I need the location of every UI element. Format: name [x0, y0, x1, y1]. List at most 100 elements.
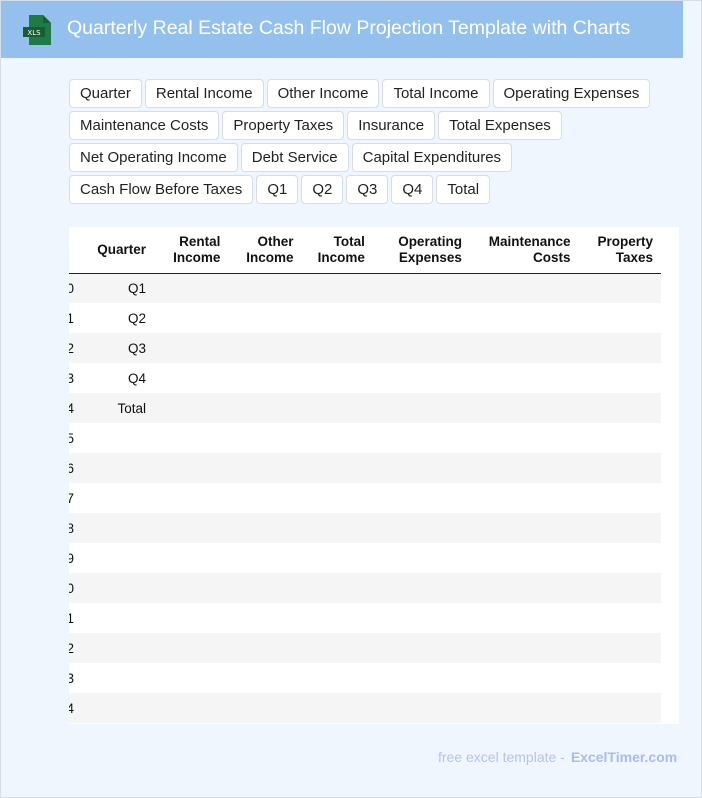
table-cell [301, 393, 373, 423]
tag-button[interactable]: Cash Flow Before Taxes [69, 175, 254, 204]
table-cell: Q3 [82, 333, 155, 363]
tag-button[interactable]: Capital Expenditures [351, 143, 513, 172]
table-cell [301, 333, 373, 363]
table-cell [154, 273, 229, 303]
tag-button[interactable]: Debt Service [240, 143, 349, 172]
table-cell [578, 393, 661, 423]
tag-button[interactable]: Total [436, 175, 491, 204]
table-row: 9 [69, 543, 661, 573]
table-cell [228, 573, 302, 603]
table-cell [228, 453, 302, 483]
svg-text:XLS: XLS [27, 29, 41, 37]
table-cell [82, 573, 155, 603]
table-cell [228, 333, 302, 363]
table-cell [228, 303, 301, 333]
table-cell [302, 543, 373, 573]
table-cell [579, 603, 662, 633]
table-row: 12 [69, 633, 661, 663]
table-header-row: Quarter Rental Income Other Income Total In… [69, 227, 661, 274]
tag-button[interactable]: Q1 [256, 175, 299, 204]
table-cell [470, 423, 579, 453]
tag-button[interactable]: Insurance [347, 111, 436, 140]
table-cell [469, 273, 579, 303]
table-row: 4 Total [69, 393, 661, 423]
table-row: 1 Q2 [69, 303, 661, 333]
table-cell [301, 693, 373, 723]
xls-file-icon: XLS [23, 15, 51, 45]
tag-button[interactable]: Operating Expenses [492, 79, 651, 108]
tag-button[interactable]: Total Expenses [438, 111, 562, 140]
table-cell [470, 303, 579, 333]
row-index: 11 [69, 610, 75, 626]
table-cell [302, 663, 373, 693]
table-cell [579, 483, 662, 513]
table-cell [82, 543, 154, 573]
table-cell: Q4 [128, 370, 147, 386]
table-cell [301, 633, 373, 663]
table-cell [579, 663, 662, 693]
table-cell [578, 513, 661, 543]
footer-text: free excel template - [438, 749, 565, 765]
table-cell: Q1 [82, 273, 155, 303]
column-header: Rental Income [154, 227, 229, 274]
table-cell [154, 363, 228, 393]
table-row: 3 Q4 [69, 363, 661, 393]
row-index: 3 [69, 370, 75, 386]
tag-button[interactable]: Q2 [301, 175, 344, 204]
column-header: Property Taxes [578, 227, 661, 274]
table-cell [373, 483, 470, 513]
row-index: 10 [69, 573, 83, 603]
table-cell [82, 603, 154, 633]
table-cell [469, 573, 579, 603]
footer: free excel template - ExcelTimer.com [438, 749, 677, 765]
table-cell [301, 573, 373, 603]
row-index: 4 [69, 393, 83, 423]
table-cell [82, 423, 154, 453]
tag-button[interactable]: Q4 [391, 175, 434, 204]
row-index: 12 [69, 633, 83, 663]
table-cell [578, 453, 661, 483]
table-cell [469, 453, 579, 483]
tag-button[interactable]: Property Taxes [222, 111, 345, 140]
tag-button[interactable]: Total Income [382, 79, 490, 108]
row-index: 1 [69, 310, 75, 326]
table-cell [470, 483, 579, 513]
table-cell [228, 423, 301, 453]
table-cell [154, 543, 228, 573]
table-cell [228, 663, 301, 693]
tag-button[interactable]: Other Income [266, 79, 380, 108]
footer-brand-link[interactable]: ExcelTimer.com [571, 749, 677, 765]
table-cell [469, 333, 579, 363]
tag-button[interactable]: Net Operating Income [69, 143, 238, 172]
tag-button[interactable]: Maintenance Costs [69, 111, 220, 140]
table-cell [372, 633, 470, 663]
table-row: 6 [69, 453, 661, 483]
table-cell [372, 273, 470, 303]
column-tag-list: Quarter Rental Income Other Income Total In… [69, 79, 699, 204]
table-cell [154, 693, 229, 723]
table-cell [578, 633, 661, 663]
page-title: Quarterly Real Estate Cash Flow Projecti… [67, 17, 631, 39]
table-row: 5 [69, 423, 661, 453]
tag-button[interactable]: Rental Income [144, 79, 264, 108]
column-header: Maintenance Costs [469, 227, 579, 274]
table-cell [228, 633, 302, 663]
header-bar: XLS Quarterly Real Estate Cash Flow Proj… [1, 1, 683, 58]
table-cell [228, 363, 301, 393]
table-cell [154, 423, 228, 453]
table-cell [302, 483, 373, 513]
tag-button[interactable]: Quarter [69, 79, 142, 108]
tag-button[interactable]: Q3 [346, 175, 389, 204]
table-cell [154, 573, 229, 603]
row-index: 14 [69, 693, 83, 723]
table-cell [154, 483, 228, 513]
table-cell: Total [82, 393, 155, 423]
table-cell [470, 543, 579, 573]
table-cell [82, 453, 155, 483]
data-table[interactable]: Quarter Rental Income Other Income Total In… [69, 227, 679, 724]
row-index: 2 [69, 333, 83, 363]
table-cell [302, 423, 373, 453]
table-cell [154, 333, 229, 363]
table-cell [579, 303, 662, 333]
table-cell [154, 303, 228, 333]
